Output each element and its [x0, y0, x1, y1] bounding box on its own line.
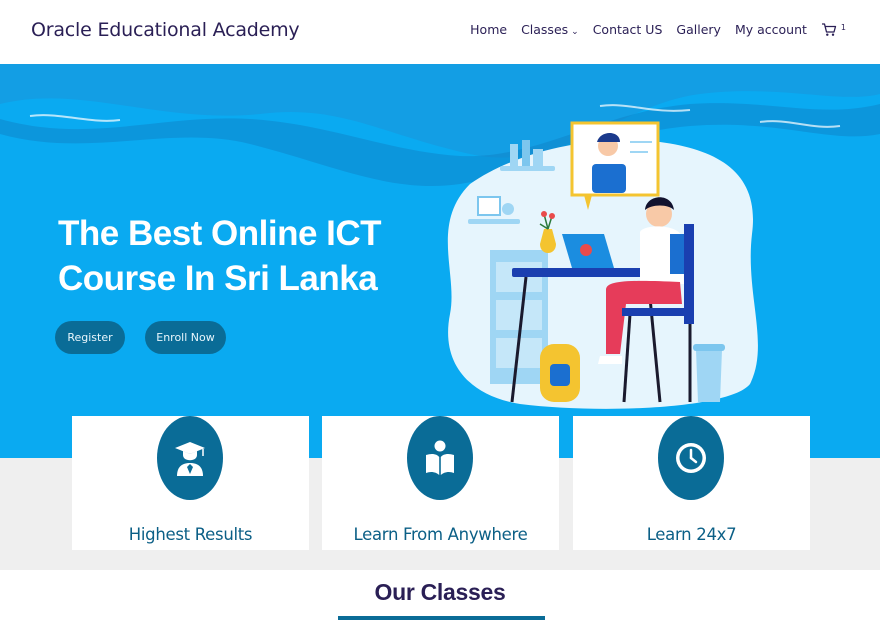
feature-icon-circle: [407, 416, 473, 500]
feature-label: Learn 24x7: [646, 525, 737, 544]
brand-logo-text[interactable]: Oracle Educational Academy: [31, 19, 300, 41]
graduate-icon: [175, 442, 205, 476]
hero-title-line-1: The Best Online ICT: [58, 214, 382, 253]
feature-card-highest-results: Highest Results: [72, 416, 309, 550]
enroll-now-button[interactable]: Enroll Now: [145, 321, 226, 354]
nav-classes[interactable]: Classes ⌄: [521, 22, 579, 37]
feature-icon-circle: [658, 416, 724, 500]
cart-button[interactable]: 1: [821, 22, 846, 37]
nav-classes-label: Classes: [521, 22, 569, 37]
section-title-our-classes: Our Classes: [374, 579, 506, 605]
nav-contact[interactable]: Contact US: [593, 22, 663, 37]
main-nav: Home Classes ⌄ Contact US Gallery My acco…: [470, 22, 846, 37]
nav-home[interactable]: Home: [470, 22, 507, 37]
clock-icon: [676, 443, 706, 473]
nav-gallery[interactable]: Gallery: [676, 22, 721, 37]
cart-icon: [821, 23, 837, 36]
feature-card-learn-anywhere: Learn From Anywhere: [322, 416, 559, 550]
hero-title-line-2: Course In Sri Lanka: [58, 259, 378, 298]
cart-count-badge: 1: [840, 23, 846, 32]
nav-my-account[interactable]: My account: [735, 22, 807, 37]
hero-title: The Best Online ICT Course In Sri Lanka: [58, 211, 398, 301]
site-header: Oracle Educational Academy Home Classes ⌄…: [0, 0, 880, 64]
feature-card-learn-24x7: Learn 24x7: [573, 416, 810, 550]
chevron-down-icon: ⌄: [571, 27, 579, 37]
feature-icon-circle: [157, 416, 223, 500]
feature-label: Learn From Anywhere: [353, 525, 528, 544]
feature-label: Highest Results: [128, 525, 253, 544]
section-title-underline: [338, 616, 545, 620]
register-button[interactable]: Register: [55, 321, 125, 354]
hero-banner: The Best Online ICT Course In Sri Lanka …: [0, 64, 880, 458]
reading-icon: [426, 440, 454, 475]
